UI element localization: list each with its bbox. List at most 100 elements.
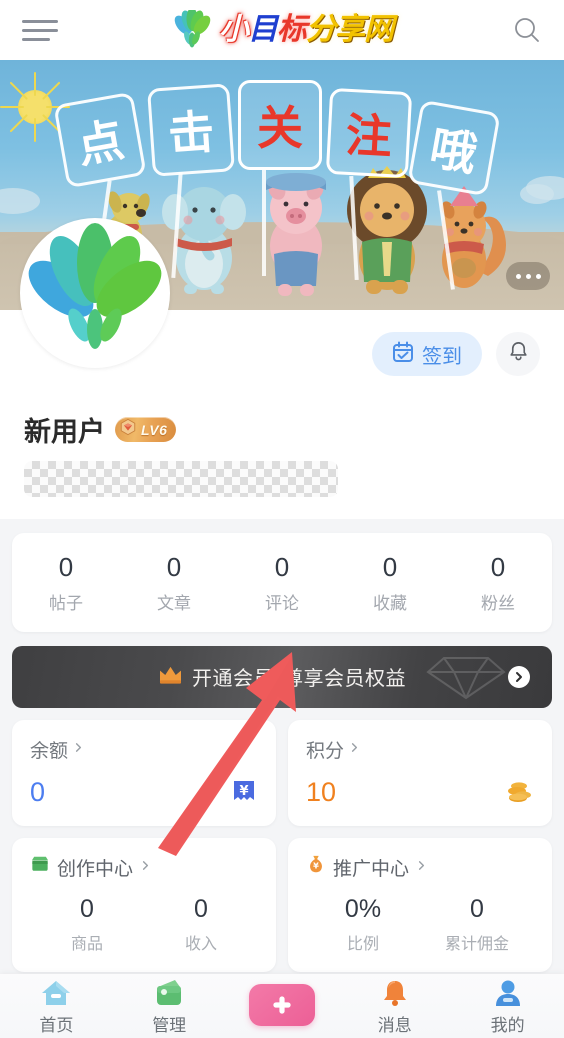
- tab-label: 我的: [490, 1015, 525, 1035]
- cloud-icon: [0, 188, 40, 214]
- promotion-center-stats: 0% 比例 0 累计佣金: [306, 895, 534, 954]
- points-title-row: 积分: [306, 736, 534, 763]
- points-label: 积分: [306, 740, 345, 762]
- sign-char: 哦: [426, 120, 481, 182]
- shop-icon: [30, 855, 50, 879]
- stat-label: 比例: [346, 935, 379, 953]
- stat-label: 收藏: [373, 593, 407, 613]
- balance-value: 0: [30, 776, 46, 807]
- banner-sign-2: 击: [147, 83, 235, 177]
- vip-title: 开通会员: [192, 668, 274, 691]
- sun-icon: [0, 72, 70, 142]
- chevron-right-icon[interactable]: [508, 665, 530, 688]
- vip-banner-content: 开通会员 尊享会员权益: [12, 646, 552, 708]
- creation-stat-income: 0 收入: [144, 895, 258, 954]
- wallet-icon: [151, 977, 187, 1009]
- tab-label: 首页: [39, 1015, 74, 1035]
- points-value: 10: [306, 776, 337, 807]
- stat-value: 0: [194, 894, 208, 923]
- tab-label: 消息: [377, 1015, 412, 1035]
- promotion-center-card[interactable]: ¥ 推广中心 0% 比例 0 累计佣金: [288, 837, 552, 972]
- chevron-right-icon: [349, 738, 360, 760]
- stat-articles[interactable]: 0 文章: [120, 552, 228, 614]
- svg-text:¥: ¥: [239, 784, 248, 799]
- creation-center-card[interactable]: 创作中心 0 商品 0 收入: [12, 837, 276, 972]
- vip-subtitle: 尊享会员权益: [283, 668, 406, 691]
- stat-value: 0: [80, 894, 94, 923]
- brand: 小目标分享网: [171, 7, 394, 50]
- stat-label: 粉丝: [481, 593, 515, 613]
- svg-text:¥: ¥: [313, 861, 319, 871]
- tab-home[interactable]: 首页: [0, 977, 113, 1036]
- gem-icon: [119, 418, 137, 441]
- points-card[interactable]: 积分 10: [288, 719, 552, 826]
- stat-value: 0%: [344, 894, 382, 923]
- notification-bell-icon: [507, 340, 530, 368]
- tab-create[interactable]: [226, 984, 339, 1028]
- username: 新用户: [24, 417, 105, 447]
- checkin-button[interactable]: 签到: [372, 332, 482, 376]
- plus-icon[interactable]: [248, 984, 315, 1026]
- stat-fans[interactable]: 0 粉丝: [444, 552, 552, 614]
- stat-posts[interactable]: 0 帖子: [12, 552, 120, 614]
- stat-label: 文章: [157, 593, 191, 613]
- creation-center-stats: 0 商品 0 收入: [30, 895, 258, 954]
- calendar-check-icon: [392, 341, 414, 368]
- checkin-label: 签到: [422, 345, 462, 368]
- stat-label: 商品: [70, 935, 103, 953]
- leaf-logo-icon: [171, 7, 213, 50]
- sign-char: 击: [166, 104, 217, 162]
- promotion-stat-commission: 0 累计佣金: [420, 895, 534, 954]
- profile-section: 签到 新用户 LV6: [0, 218, 564, 519]
- stat-value: 0: [490, 552, 506, 582]
- home-icon: [38, 977, 74, 1009]
- yuan-receipt-icon: ¥: [230, 778, 258, 806]
- app-header: 小目标分享网: [0, 0, 564, 60]
- cloud-icon: [520, 184, 554, 204]
- stat-value: 0: [274, 552, 290, 582]
- tab-mine[interactable]: 我的: [451, 977, 564, 1036]
- tab-label: 管理: [152, 1015, 187, 1035]
- avatar[interactable]: [20, 218, 170, 368]
- banner-sign-1: 点: [53, 91, 147, 189]
- balance-label: 余额: [30, 740, 69, 762]
- app-screen: 小目标分享网 点 击 关 注 哦 签到 新用户 LV6 0 帖子 0 文章 0 …: [0, 0, 564, 1038]
- crown-icon: [158, 664, 183, 690]
- wallet-row: 余额 0 ¥ 积分 10: [12, 719, 552, 826]
- more-options-button[interactable]: [506, 262, 550, 290]
- brand-char-4: 分享网: [306, 12, 394, 47]
- brand-title: 小目标分享网: [219, 12, 394, 47]
- tab-manage[interactable]: 管理: [113, 977, 226, 1036]
- money-bag-icon: ¥: [306, 854, 326, 880]
- stat-label: 累计佣金: [444, 935, 509, 953]
- promotion-stat-ratio: 0% 比例: [306, 895, 420, 954]
- coins-icon: [506, 778, 534, 806]
- search-icon[interactable]: [512, 15, 542, 45]
- brand-char-3: 标: [277, 12, 307, 47]
- tab-messages[interactable]: 消息: [338, 977, 451, 1036]
- stat-comments[interactable]: 0 评论: [228, 552, 336, 614]
- banner-sign-5: 哦: [407, 99, 501, 197]
- banner-sign-4: 注: [325, 87, 413, 179]
- sign-pole: [262, 168, 266, 276]
- centers-row: 创作中心 0 商品 0 收入 ¥ 推广中心 0% 比例 0 累计佣金: [12, 837, 552, 972]
- stat-label: 收入: [184, 935, 217, 953]
- stat-favorites[interactable]: 0 收藏: [336, 552, 444, 614]
- creation-center-title: 创作中心: [57, 858, 134, 880]
- vip-membership-banner[interactable]: 开通会员 尊享会员权益: [12, 645, 552, 708]
- bottom-tabbar: 首页 管理 消息 我的: [0, 974, 564, 1038]
- notification-bell-button[interactable]: [496, 332, 540, 376]
- hamburger-menu-icon[interactable]: [22, 17, 58, 43]
- balance-card[interactable]: 余额 0 ¥: [12, 719, 276, 826]
- stat-label: 评论: [265, 593, 299, 613]
- leaf-avatar-logo: [25, 223, 165, 363]
- level-badge: LV6: [115, 417, 177, 442]
- stat-value: 0: [166, 552, 182, 582]
- level-label: LV6: [141, 421, 168, 438]
- chevron-right-icon: [73, 738, 84, 760]
- stat-label: 帖子: [49, 593, 83, 613]
- username-row: 新用户 LV6: [24, 410, 540, 449]
- user-icon: [490, 977, 526, 1009]
- stat-value: 0: [470, 894, 484, 923]
- promotion-center-header: ¥ 推广中心: [306, 854, 534, 881]
